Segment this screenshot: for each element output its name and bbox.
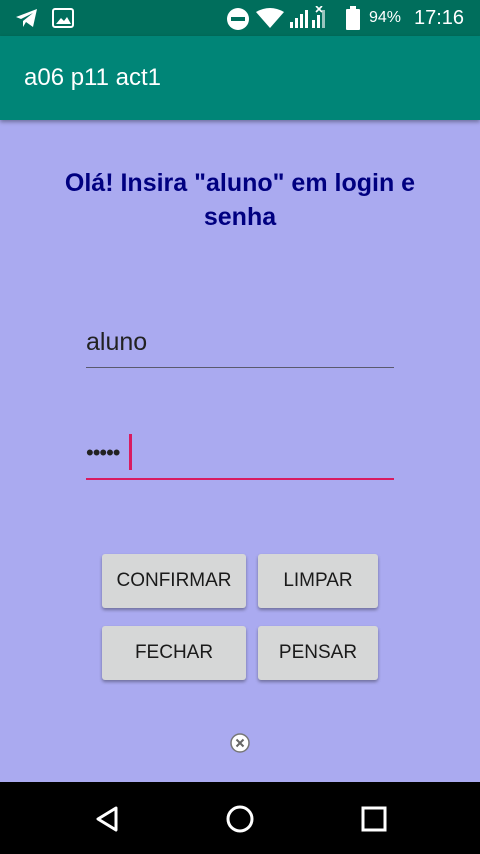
recents-icon[interactable] bbox=[357, 802, 391, 836]
battery-percent: 94% bbox=[369, 9, 402, 26]
password-field[interactable]: ••••• bbox=[86, 434, 394, 480]
login-field[interactable]: aluno bbox=[86, 324, 394, 368]
gallery-icon bbox=[52, 8, 74, 33]
home-icon[interactable] bbox=[223, 802, 257, 836]
fechar-button[interactable]: FECHAR bbox=[102, 626, 246, 680]
signal-icon bbox=[290, 5, 334, 35]
wifi-icon bbox=[256, 8, 284, 33]
clock: 17:16 bbox=[414, 7, 465, 29]
text-cursor bbox=[129, 434, 132, 470]
password-mask: ••••• bbox=[86, 440, 121, 465]
login-value: aluno bbox=[86, 328, 148, 356]
close-icon[interactable] bbox=[230, 733, 250, 753]
do-not-disturb-icon bbox=[226, 7, 250, 36]
prompt-text: Olá! Insira "aluno" em login e senha bbox=[64, 169, 416, 231]
navigation-bar bbox=[0, 782, 480, 854]
battery-icon bbox=[345, 6, 361, 35]
main-content: Olá! Insira "aluno" em login e senha alu… bbox=[0, 120, 480, 782]
back-icon[interactable] bbox=[90, 802, 124, 836]
status-bar: 94% 17:16 bbox=[0, 0, 480, 36]
limpar-button[interactable]: LIMPAR bbox=[258, 554, 378, 608]
confirmar-button[interactable]: CONFIRMAR bbox=[102, 554, 246, 608]
app-bar: a06 p11 act1 bbox=[0, 36, 480, 120]
telegram-icon bbox=[14, 6, 40, 35]
app-title: a06 p11 act1 bbox=[24, 64, 162, 91]
pensar-button[interactable]: PENSAR bbox=[258, 626, 378, 680]
